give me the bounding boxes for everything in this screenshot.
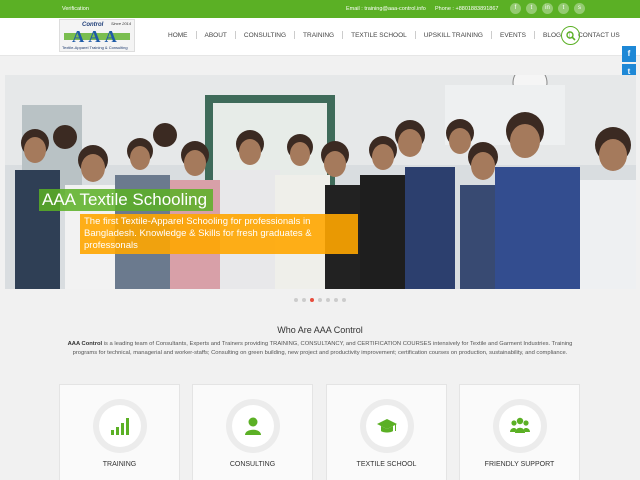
slider-dot[interactable]	[302, 298, 306, 302]
logo-since: Since 2014	[110, 21, 131, 26]
bar-chart-icon	[111, 418, 129, 435]
site-header: Since 2014 Control AAA Textile-Apparel T…	[0, 18, 640, 56]
slider-dot[interactable]	[318, 298, 322, 302]
about-description: AAA Control is a leading team of Consult…	[63, 340, 577, 357]
nav-training[interactable]: TRAINING	[295, 32, 342, 39]
card-icon-ring	[493, 399, 547, 453]
email-link[interactable]: Email : training@aaa-control.info	[346, 6, 426, 12]
slider-dot[interactable]	[334, 298, 338, 302]
card-icon-ring	[226, 399, 280, 453]
hero-title: AAA Textile Schooling	[39, 189, 214, 211]
card-icon-ring	[360, 399, 414, 453]
slider-dot[interactable]	[294, 298, 298, 302]
site-logo[interactable]: Since 2014 Control AAA Textile-Apparel T…	[59, 19, 135, 52]
service-card-textile-school[interactable]: TEXTILE SCHOOL	[326, 384, 447, 480]
main-nav: HOME ABOUT CONSULTING TRAINING TEXTILE S…	[160, 31, 628, 39]
card-label: FRIENDLY SUPPORT	[484, 461, 555, 468]
logo-aaa: AAA	[72, 27, 121, 46]
slider-dot[interactable]	[326, 298, 330, 302]
service-card-consulting[interactable]: CONSULTING	[192, 384, 313, 480]
nav-textile-school[interactable]: TEXTILE SCHOOL	[343, 32, 415, 39]
verification-link[interactable]: Verification	[62, 6, 89, 12]
user-icon	[245, 417, 261, 435]
nav-consulting[interactable]: CONSULTING	[236, 32, 294, 39]
facebook-icon[interactable]: f	[510, 3, 521, 14]
phone-text: Phone : +8801883891867	[435, 6, 499, 12]
tumblr-icon[interactable]: t	[558, 3, 569, 14]
top-bar: Verification Email : training@aaa-contro…	[0, 0, 640, 18]
linkedin-icon[interactable]: in	[542, 3, 553, 14]
twitter-icon[interactable]: t	[526, 3, 537, 14]
nav-events[interactable]: EVENTS	[492, 32, 534, 39]
card-icon-circle	[499, 405, 541, 447]
service-card-training[interactable]: TRAINING	[59, 384, 180, 480]
graduation-cap-icon	[377, 419, 397, 433]
skype-icon[interactable]: s	[574, 3, 585, 14]
card-label: CONSULTING	[229, 461, 276, 468]
card-icon-circle	[366, 405, 408, 447]
card-icon-ring	[93, 399, 147, 453]
card-icon-circle	[99, 405, 141, 447]
search-icon	[566, 31, 576, 41]
share-facebook-icon[interactable]: f	[622, 46, 636, 62]
about-brand: AAA Control	[67, 341, 103, 347]
about-body: is a leading team of Consultants, Expert…	[72, 341, 573, 356]
users-icon	[510, 417, 530, 433]
hero-group-photo	[5, 75, 636, 289]
search-button[interactable]	[561, 26, 580, 45]
card-icon-circle	[232, 405, 274, 447]
slider-pagination	[0, 298, 640, 302]
nav-home[interactable]: HOME	[160, 32, 196, 39]
nav-upskill-training[interactable]: UPSKILL TRAINING	[416, 32, 491, 39]
hero-slider[interactable]: AAA Textile Schooling The first Textile-…	[5, 75, 636, 289]
slider-dot-active[interactable]	[310, 298, 314, 302]
card-label: TRAINING	[102, 461, 137, 468]
nav-about[interactable]: ABOUT	[197, 32, 235, 39]
hero-subtitle: The first Textile-Apparel Schooling for …	[80, 214, 358, 254]
card-label: TEXTILE SCHOOL	[356, 461, 417, 468]
about-heading: Who Are AAA Control	[277, 325, 363, 335]
slider-dot[interactable]	[342, 298, 346, 302]
social-links: f t in t s	[510, 3, 585, 14]
logo-tagline: Textile-Apparel Training & Consulting	[62, 45, 128, 50]
service-card-friendly-support[interactable]: FRIENDLY SUPPORT	[459, 384, 580, 480]
